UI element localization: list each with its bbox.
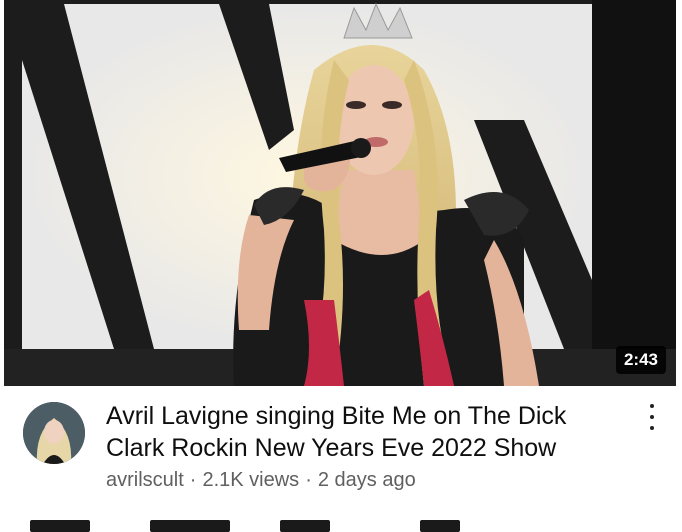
kebab-dot: [650, 404, 654, 408]
upload-age: 2 days ago: [317, 469, 416, 491]
peek-shape: [30, 520, 90, 532]
peek-shape: [280, 520, 330, 532]
video-thumbnail[interactable]: 2:43: [4, 0, 676, 386]
channel-name[interactable]: avrilscult: [106, 469, 184, 491]
separator-dot: ·: [189, 469, 197, 491]
channel-avatar[interactable]: [23, 402, 85, 464]
separator-dot: ·: [305, 469, 312, 491]
video-meta: Avril Lavigne singing Bite Me on The Dic…: [0, 386, 682, 530]
video-title[interactable]: Avril Lavigne singing Bite Me on The Dic…: [106, 400, 626, 464]
view-count: 2.1K views: [202, 469, 300, 491]
video-subline: avrilscult · 2.1K views · 2 days ago: [106, 469, 416, 492]
video-duration: 2:43: [615, 346, 666, 374]
kebab-dot: [650, 426, 654, 430]
avatar-image: [23, 402, 85, 464]
more-vert-icon[interactable]: [642, 404, 662, 430]
peek-shape: [420, 520, 460, 532]
kebab-dot: [650, 415, 654, 419]
next-item-peek: [0, 518, 682, 532]
peek-shape: [150, 520, 230, 532]
thumbnail-image: [4, 0, 676, 386]
